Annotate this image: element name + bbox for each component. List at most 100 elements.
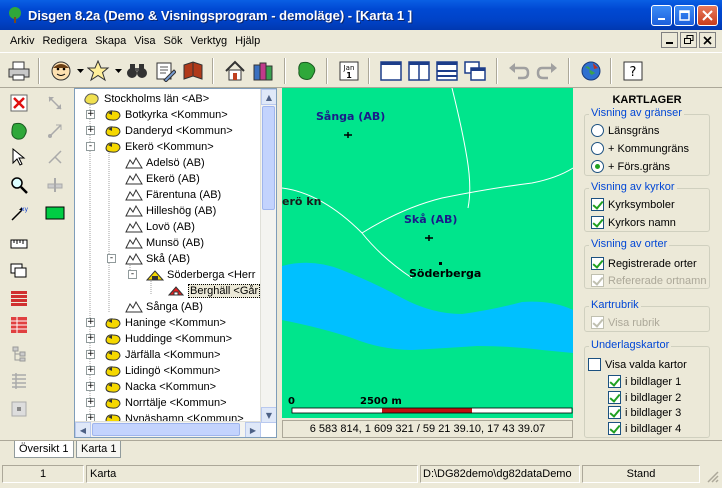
map-canvas[interactable]: Sånga (AB) erö kn Skå (AB) Söderberga 0 …	[282, 88, 573, 418]
checkbox-bildlager-1[interactable]: i bildlager 1	[608, 375, 681, 388]
menu-verktyg[interactable]: Verktyg	[186, 35, 231, 47]
resize-diagonal-tool[interactable]	[44, 92, 66, 114]
layout-horizontal-button[interactable]	[434, 58, 460, 84]
menu-redigera[interactable]: Redigera	[38, 35, 91, 47]
minimize-button[interactable]	[651, 5, 672, 26]
delete-tool[interactable]	[8, 92, 30, 114]
layout-vertical-button[interactable]	[406, 58, 432, 84]
coordinate-tool[interactable]: xy	[8, 202, 30, 224]
tree-item[interactable]: Ekerö (AB)	[125, 171, 200, 187]
scroll-thumb[interactable]	[262, 106, 275, 210]
menu-visa[interactable]: Visa	[130, 35, 159, 47]
notes-button[interactable]	[152, 58, 178, 84]
tree-item[interactable]: Haninge <Kommun>	[104, 315, 226, 331]
checkbox[interactable]	[608, 406, 621, 419]
radio-button[interactable]	[591, 142, 604, 155]
checkbox[interactable]	[588, 358, 601, 371]
family-dropdown-arrow[interactable]	[112, 58, 124, 84]
tree-vertical-scrollbar[interactable]: ▲ ▼	[260, 89, 276, 423]
radio-forsgrans[interactable]: + Förs.gräns	[591, 160, 670, 173]
list-tool[interactable]	[8, 288, 30, 310]
tree-item[interactable]: Nacka <Kommun>	[104, 379, 216, 395]
expand-button[interactable]: +	[86, 126, 95, 135]
scroll-right-button[interactable]: ▶	[245, 422, 261, 437]
tree-item[interactable]: Sånga (AB)	[125, 299, 203, 315]
tree-item[interactable]: Lovö (AB)	[125, 219, 195, 235]
tree-item[interactable]: Hilleshög (AB)	[125, 203, 216, 219]
expand-button[interactable]: +	[86, 398, 95, 407]
tree-tool[interactable]	[8, 342, 30, 364]
maximize-button[interactable]	[674, 5, 695, 26]
tree-item[interactable]: Danderyd <Kommun>	[104, 123, 233, 139]
expand-button[interactable]: +	[86, 350, 95, 359]
menu-sok[interactable]: Sök	[160, 35, 187, 47]
tree-item[interactable]: Söderberga <Herr	[145, 267, 255, 283]
move-node-tool[interactable]	[44, 120, 66, 142]
checkbox-bildlager-4[interactable]: i bildlager 4	[608, 422, 681, 435]
tree-item[interactable]: Huddinge <Kommun>	[104, 331, 232, 347]
checkbox-visa-valda-kartor[interactable]: Visa valda kartor	[588, 358, 687, 371]
tab-karta-1[interactable]: Karta 1	[76, 441, 122, 458]
radio-lansgrans[interactable]: Länsgräns	[591, 124, 659, 137]
menu-arkiv[interactable]: Arkiv	[6, 35, 38, 47]
checkbox[interactable]	[591, 216, 604, 229]
mdi-restore-button[interactable]	[680, 32, 697, 48]
title-bar[interactable]: Disgen 8.2a (Demo & Visningsprogram - de…	[0, 0, 722, 30]
expand-button[interactable]: +	[86, 382, 95, 391]
menu-hjalp[interactable]: Hjälp	[231, 35, 264, 47]
checkbox-bildlager-3[interactable]: i bildlager 3	[608, 406, 681, 419]
person-dropdown-arrow[interactable]	[74, 58, 86, 84]
pin-tool[interactable]	[44, 174, 66, 196]
collapse-button[interactable]: -	[107, 254, 116, 263]
scroll-up-button[interactable]: ▲	[261, 89, 276, 105]
tree-app-icon[interactable]	[6, 6, 24, 24]
mdi-close-button[interactable]	[699, 32, 716, 48]
close-button[interactable]	[697, 5, 718, 26]
checkbox[interactable]	[591, 198, 604, 211]
expand-button[interactable]: +	[86, 110, 95, 119]
point-tool[interactable]	[8, 398, 30, 420]
family-button[interactable]	[86, 58, 112, 84]
tree-horizontal-scrollbar[interactable]: ◀ ▶	[75, 421, 261, 437]
region-tool[interactable]	[8, 120, 30, 142]
tree-item[interactable]: Järfälla <Kommun>	[104, 347, 220, 363]
resize-grip-icon[interactable]	[707, 471, 719, 483]
tree-item[interactable]: Ekerö <Kommun>	[104, 139, 214, 155]
place-tree[interactable]: Stockholms län <AB> + Botkyrka <Kommun> + Da…	[74, 88, 277, 438]
tree-item[interactable]: Berghäll <Går	[167, 283, 261, 299]
sources-button[interactable]	[180, 58, 206, 84]
zoom-tool[interactable]	[8, 174, 30, 196]
tree-item[interactable]: Stockholms län <AB>	[83, 91, 209, 107]
checkbox[interactable]	[591, 257, 604, 270]
map-button[interactable]	[294, 58, 320, 84]
undo-button[interactable]	[506, 58, 532, 84]
color-fill-tool[interactable]	[44, 202, 66, 224]
checkbox-bildlager-2[interactable]: i bildlager 2	[608, 391, 681, 404]
tree-item[interactable]: Norrtälje <Kommun>	[104, 395, 227, 411]
radio-button[interactable]	[591, 160, 604, 173]
calendar-button[interactable]: Jan 1	[336, 58, 362, 84]
table-tool[interactable]	[8, 314, 30, 336]
search-button[interactable]	[124, 58, 150, 84]
split-tool[interactable]	[44, 146, 66, 168]
home-button[interactable]	[222, 58, 248, 84]
help-button[interactable]: ?	[620, 58, 646, 84]
collapse-button[interactable]: -	[86, 142, 95, 151]
checkbox[interactable]	[608, 375, 621, 388]
ruler-tool[interactable]	[8, 232, 30, 254]
tree-item[interactable]: Skå (AB)	[125, 251, 190, 267]
tree-item[interactable]: Adelsö (AB)	[125, 155, 205, 171]
layers-tool[interactable]	[8, 260, 30, 282]
layout-single-button[interactable]	[378, 58, 404, 84]
checkbox-kyrkors-namn[interactable]: Kyrkors namn	[591, 216, 676, 229]
select-tool[interactable]	[8, 146, 30, 168]
print-button[interactable]	[6, 58, 32, 84]
expand-button[interactable]: +	[86, 334, 95, 343]
radio-kommungrans[interactable]: + Kommungräns	[591, 142, 689, 155]
collapse-button[interactable]: -	[128, 270, 137, 279]
grid-tool[interactable]	[8, 370, 30, 392]
layout-cascade-button[interactable]	[462, 58, 488, 84]
scroll-left-button[interactable]: ◀	[75, 422, 91, 437]
checkbox-kyrksymboler[interactable]: Kyrksymboler	[591, 198, 675, 211]
tab-oversikt-1[interactable]: Översikt 1	[14, 441, 74, 458]
